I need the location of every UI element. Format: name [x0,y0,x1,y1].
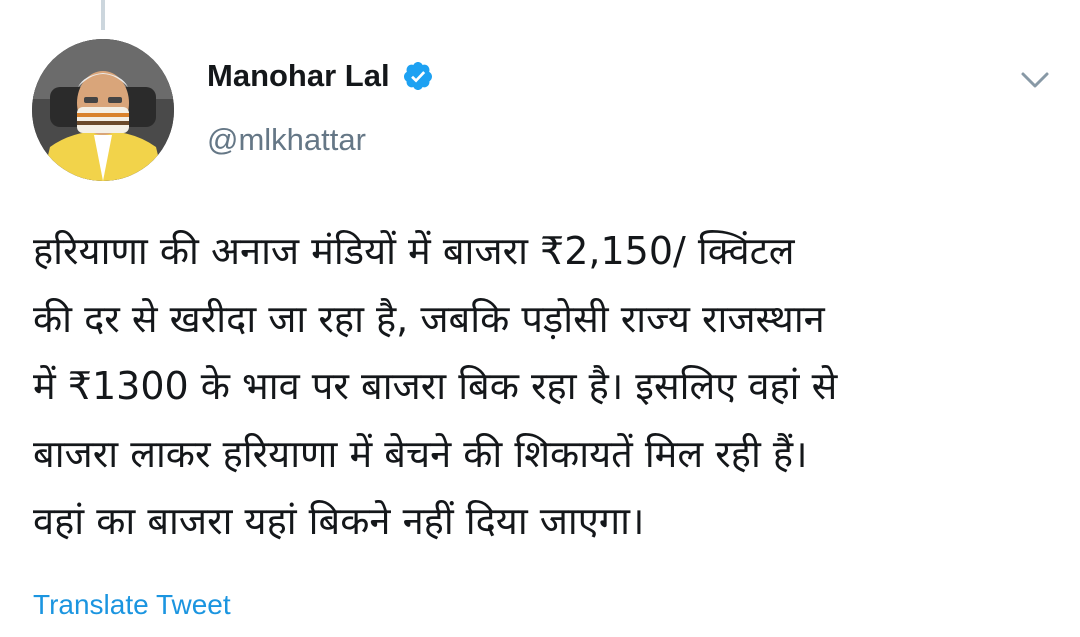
thread-connector-line [101,0,105,30]
avatar[interactable] [32,39,174,181]
tweet-text-line: में ₹1300 के भाव पर बाजरा बिक रहा है। इस… [33,364,838,408]
tweet-text-line: की दर से खरीदा जा रहा है, जबकि पड़ोसी रा… [33,296,825,341]
chevron-down-icon[interactable] [1018,63,1052,97]
tweet-text: हरियाणा की अनाज मंडियों में बाजरा ₹2,150… [33,218,1043,556]
author-name-row[interactable]: Manohar Lal [207,58,434,94]
author-display-name[interactable]: Manohar Lal [207,58,390,94]
tweet-text-line: हरियाणा की अनाज मंडियों में बाजरा ₹2,150… [33,229,795,273]
verified-badge-icon [402,60,434,92]
avatar-photo [32,39,174,181]
tweet-text-line: वहां का बाजरा यहां बिकने नहीं दिया जाएगा… [33,499,645,543]
translate-tweet-link[interactable]: Translate Tweet [33,589,231,621]
tweet-text-line: बाजरा लाकर हरियाणा में बेचने की शिकायतें… [33,431,808,476]
author-handle[interactable]: @mlkhattar [207,122,366,158]
